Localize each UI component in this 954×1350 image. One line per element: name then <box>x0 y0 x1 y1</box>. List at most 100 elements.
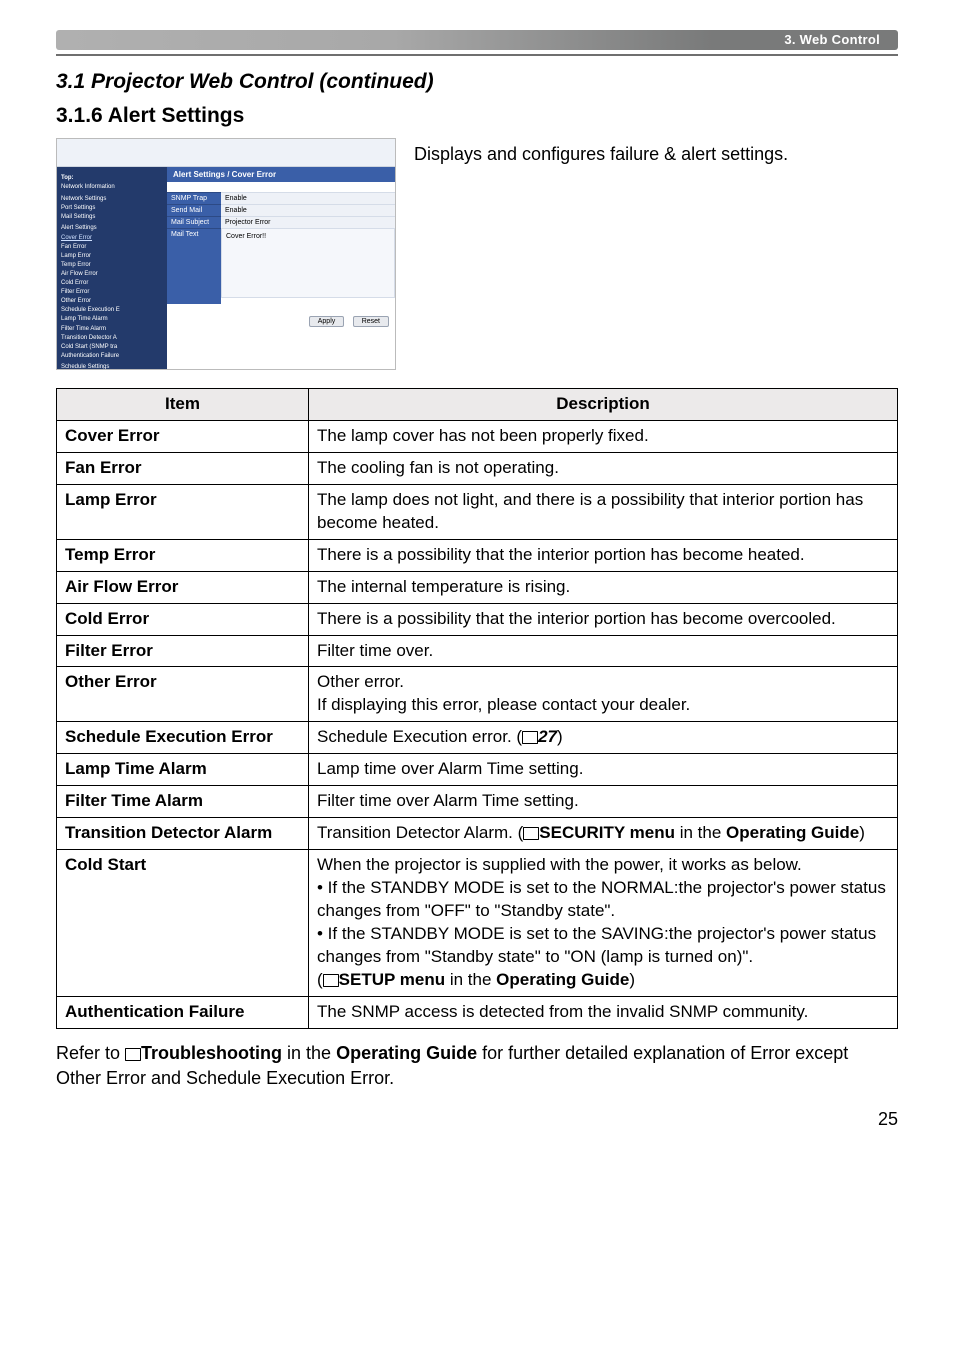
screenshot-setting-row: Send Mail Enable <box>167 204 395 216</box>
sidebar-item: Transition Detector A <box>61 334 163 342</box>
desc-line: (SETUP menu in the Operating Guide) <box>317 970 635 989</box>
intro-text: Displays and configures failure & alert … <box>414 138 898 166</box>
desc-line: • If the STANDBY MODE is set to the NORM… <box>317 878 886 920</box>
screenshot-thumbnail: Top: Network Information Network Setting… <box>56 138 396 370</box>
table-item: Authentication Failure <box>57 996 309 1028</box>
table-desc: The lamp cover has not been properly fix… <box>309 420 898 452</box>
screenshot-setting-value: Enable <box>221 204 395 216</box>
table-item: Lamp Time Alarm <box>57 754 309 786</box>
desc-text: in the <box>675 823 726 842</box>
table-desc: The SNMP access is detected from the inv… <box>309 996 898 1028</box>
table-desc: There is a possibility that the interior… <box>309 603 898 635</box>
screenshot-panel-title: Alert Settings / Cover Error <box>167 167 395 182</box>
screenshot-setting-label: Send Mail <box>167 204 221 216</box>
desc-text: ) <box>629 970 635 989</box>
footer-text: in the <box>282 1043 336 1063</box>
screenshot-button-row: Apply Reset <box>167 304 395 334</box>
table-desc: Transition Detector Alarm. (SECURITY men… <box>309 818 898 850</box>
desc-line: Other error. <box>317 672 404 691</box>
table-row: Schedule Execution Error Schedule Execut… <box>57 722 898 754</box>
table-desc: The cooling fan is not operating. <box>309 452 898 484</box>
table-row: Temp Error There is a possibility that t… <box>57 539 898 571</box>
table-desc: There is a possibility that the interior… <box>309 539 898 571</box>
desc-bold: Operating Guide <box>496 970 629 989</box>
footer-text: Refer to <box>56 1043 125 1063</box>
table-row: Lamp Error The lamp does not light, and … <box>57 484 898 539</box>
table-item: Cold Error <box>57 603 309 635</box>
desc-text: Schedule Execution error. ( <box>317 727 522 746</box>
sidebar-item: Filter Time Alarm <box>61 325 163 333</box>
header-rule <box>56 54 898 56</box>
screenshot-main-panel: Alert Settings / Cover Error SNMP Trap E… <box>167 167 395 369</box>
screenshot-browser-chrome <box>57 139 395 167</box>
alert-settings-table: Item Description Cover Error The lamp co… <box>56 388 898 1029</box>
table-desc: The lamp does not light, and there is a … <box>309 484 898 539</box>
sidebar-item: Network Settings <box>61 195 163 203</box>
manual-icon <box>523 827 539 839</box>
sidebar-item: Fan Error <box>61 243 163 251</box>
table-desc: Lamp time over Alarm Time setting. <box>309 754 898 786</box>
table-row: Cold Start When the projector is supplie… <box>57 850 898 997</box>
table-desc: Other error. If displaying this error, p… <box>309 667 898 722</box>
screenshot-setting-label: Mail Subject <box>167 216 221 228</box>
sidebar-top-label: Top: <box>61 174 163 182</box>
table-item: Air Flow Error <box>57 571 309 603</box>
sidebar-item: Mail Settings <box>61 213 163 221</box>
table-row: Air Flow Error The internal temperature … <box>57 571 898 603</box>
reset-button[interactable]: Reset <box>353 316 389 327</box>
manual-icon <box>125 1048 141 1060</box>
sidebar-item: Temp Error <box>61 261 163 269</box>
screenshot-setting-label: Mail Text <box>167 228 221 304</box>
manual-icon <box>522 731 538 743</box>
table-item: Fan Error <box>57 452 309 484</box>
table-row: Cover Error The lamp cover has not been … <box>57 420 898 452</box>
screenshot-setting-row: SNMP Trap Enable <box>167 192 395 204</box>
apply-button[interactable]: Apply <box>309 316 345 327</box>
header-band: 3. Web Control <box>56 30 898 50</box>
footer-bold: Operating Guide <box>336 1043 477 1063</box>
table-desc: Filter time over Alarm Time setting. <box>309 786 898 818</box>
table-item: Temp Error <box>57 539 309 571</box>
table-row: Fan Error The cooling fan is not operati… <box>57 452 898 484</box>
page-number: 25 <box>56 1109 898 1130</box>
manual-icon <box>323 974 339 986</box>
table-row: Transition Detector Alarm Transition Det… <box>57 818 898 850</box>
table-item: Cold Start <box>57 850 309 997</box>
screenshot-setting-value: Projector Error <box>221 216 395 228</box>
sidebar-item: Cold Start (SNMP tra <box>61 343 163 351</box>
table-row: Lamp Time Alarm Lamp time over Alarm Tim… <box>57 754 898 786</box>
table-desc: When the projector is supplied with the … <box>309 850 898 997</box>
table-item: Lamp Error <box>57 484 309 539</box>
sidebar-item-active: Cover Error <box>61 234 163 242</box>
table-header-desc: Description <box>309 389 898 421</box>
table-row: Authentication Failure The SNMP access i… <box>57 996 898 1028</box>
sidebar-item: Authentication Failure <box>61 352 163 360</box>
desc-line: • If the STANDBY MODE is set to the SAVI… <box>317 924 876 966</box>
sidebar-item: Schedule Settings <box>61 363 163 370</box>
heading-subsection: 3.1.6 Alert Settings <box>56 104 898 128</box>
screenshot-setting-row: Mail Subject Projector Error <box>167 216 395 228</box>
table-item: Schedule Execution Error <box>57 722 309 754</box>
desc-bold: SETUP menu <box>339 970 445 989</box>
desc-text: Transition Detector Alarm. ( <box>317 823 523 842</box>
page-container: 3. Web Control 3.1 Projector Web Control… <box>0 0 954 1150</box>
sidebar-item: Air Flow Error <box>61 270 163 278</box>
table-row: Filter Error Filter time over. <box>57 635 898 667</box>
table-item: Transition Detector Alarm <box>57 818 309 850</box>
screenshot-sidebar: Top: Network Information Network Setting… <box>57 167 167 369</box>
desc-bold: Operating Guide <box>726 823 859 842</box>
footer-bold: Troubleshooting <box>141 1043 282 1063</box>
table-row: Filter Time Alarm Filter time over Alarm… <box>57 786 898 818</box>
desc-line: If displaying this error, please contact… <box>317 695 690 714</box>
desc-text: ) <box>557 727 563 746</box>
table-desc: Schedule Execution error. (27) <box>309 722 898 754</box>
screenshot-setting-row: Mail Text Cover Error!! <box>167 228 395 304</box>
table-item: Filter Error <box>57 635 309 667</box>
sidebar-item: Network Information <box>61 183 163 191</box>
intro-row: Top: Network Information Network Setting… <box>56 138 898 370</box>
sidebar-item: Schedule Execution E <box>61 306 163 314</box>
table-row: Other Error Other error. If displaying t… <box>57 667 898 722</box>
sidebar-item: Lamp Error <box>61 252 163 260</box>
table-item: Other Error <box>57 667 309 722</box>
screenshot-setting-label: SNMP Trap <box>167 192 221 204</box>
